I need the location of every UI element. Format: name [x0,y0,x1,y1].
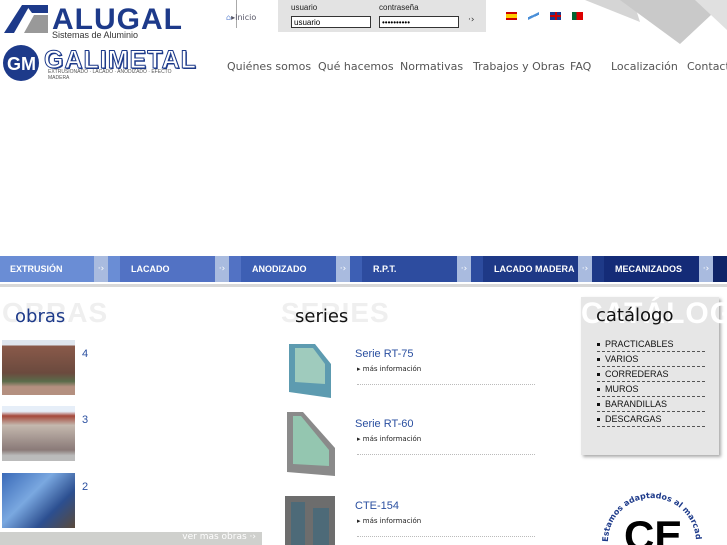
flag-en-icon[interactable] [550,12,561,20]
galimetal-logo[interactable]: GM GALIMETAL EXTRUSIONADO · LACADO · ANO… [2,44,196,82]
alugal-logo-icon [4,5,48,33]
alugal-logo[interactable]: ALUGAL Sistemas de Aluminio [4,3,182,40]
flag-gl-icon[interactable] [528,12,539,20]
category-label: LACADO MADERA [494,264,575,274]
nav-quienes-somos[interactable]: Quiénes somos [227,60,311,73]
serie-title[interactable]: Serie RT-75 [355,348,414,360]
category-lacado[interactable]: LACADO [108,256,215,282]
decorative-triangles [585,0,727,44]
catalogo-item[interactable]: PRACTICABLES [597,337,705,352]
catalogo-item[interactable]: VARIOS [597,352,705,367]
divider [357,454,535,455]
password-input[interactable] [379,16,459,28]
category-mecanizados[interactable]: MECANIZADOS [592,256,699,282]
divider [357,536,535,537]
nav-contacto[interactable]: Contacto [687,60,727,73]
nav-normativas[interactable]: Normativas [400,60,463,73]
category-bar: EXTRUSIÓN ·› LACADO ·› ANODIZADO ·› R.P.T. ·› LA… [0,256,727,282]
nav-faq[interactable]: FAQ [570,60,591,73]
login-form: usuario contraseña ·› [278,0,486,32]
series-title: series [295,306,349,327]
obra-thumbnail[interactable] [2,406,75,461]
catalogo-item[interactable]: MUROS [597,382,705,397]
arrow-box-icon: ▸ [357,365,361,373]
serie-title[interactable]: CTE-154 [355,500,399,512]
nav-localizacion[interactable]: Localización [611,60,678,73]
category-label: R.P.T. [373,264,397,274]
catalogo-item[interactable]: BARANDILLAS [597,397,705,412]
obra-thumbnail[interactable] [2,473,75,528]
category-lacado-madera[interactable]: LACADO MADERA [471,256,578,282]
mas-informacion-label: más información [362,435,422,443]
category-anodizado[interactable]: ANODIZADO [229,256,336,282]
ce-marking-badge: Estamos adaptados al marcado CE [596,480,703,545]
arrow-right-icon[interactable]: ·› [336,256,350,282]
mas-informacion-link[interactable]: ▸ más información [357,517,421,525]
arrow-box-icon: ▸ [357,517,361,525]
serie-profile-image[interactable] [283,492,337,545]
divider [0,284,727,287]
mas-informacion-label: más información [362,517,422,525]
mas-informacion-link[interactable]: ▸ más información [357,365,421,373]
flag-es-icon[interactable] [506,12,517,20]
divider [357,384,535,385]
obra-title[interactable]: 2 [82,481,88,493]
password-label: contraseña [379,3,419,12]
svg-text:GM: GM [7,54,36,74]
user-label: usuario [291,3,318,12]
serie-profile-image[interactable] [285,410,337,478]
home-label: Inicio [235,13,257,22]
catalogo-item[interactable]: DESCARGAS [597,412,705,427]
catalogo-title: catálogo [596,305,674,326]
alugal-subtitle: Sistemas de Aluminio [52,30,139,40]
flag-pt-icon[interactable] [572,12,583,20]
arrow-right-icon[interactable]: ·› [578,256,592,282]
catalogo-list: PRACTICABLES VARIOS CORREDERAS MUROS BARANDI… [597,337,705,427]
mas-informacion-link[interactable]: ▸ más información [357,435,421,443]
obra-title[interactable]: 4 [82,348,88,360]
arrow-right-icon[interactable]: ·› [457,256,471,282]
serie-profile-image[interactable] [285,340,335,400]
ce-mark: CE [624,512,682,545]
mas-informacion-label: más información [362,365,422,373]
catalogo-item[interactable]: CORREDERAS [597,367,705,382]
obras-title: obras [15,306,66,327]
category-label: MECANIZADOS [615,264,682,274]
user-input[interactable] [291,16,371,28]
arrow-right-icon[interactable]: ·› [94,256,108,282]
category-label: LACADO [131,264,170,274]
galimetal-subtitle: EXTRUSIONADO · LACADO · ANODIZADO · EFEC… [48,69,172,81]
login-submit-arrow-icon[interactable]: ·› [468,15,474,25]
category-extrusi-n[interactable]: EXTRUSIÓN [0,256,94,282]
category-label: EXTRUSIÓN [10,264,63,274]
category-r-p-t-[interactable]: R.P.T. [350,256,457,282]
obra-thumbnail[interactable] [2,340,75,395]
nav-que-hacemos[interactable]: Qué hacemos [318,60,394,73]
category-label: ANODIZADO [252,264,307,274]
home-link[interactable]: ⌂▸Inicio [226,13,256,22]
arrow-right-icon[interactable]: ·› [215,256,229,282]
galimetal-logo-icon: GM [3,45,39,81]
arrow-right-icon[interactable]: ·› [699,256,713,282]
catalogo-box: CATÁLOGO catálogo PRACTICABLESVARIOSCORR… [581,297,727,455]
obra-title[interactable]: 3 [82,414,88,426]
ver-mas-obras-link[interactable]: ver mas obras ·› [0,532,262,545]
home-icon: ⌂ [226,13,232,22]
arrow-box-icon: ▸ [357,435,361,443]
category-bar-end [713,256,727,282]
language-flags [506,12,583,20]
serie-title[interactable]: Serie RT-60 [355,418,414,430]
nav-trabajos-obras[interactable]: Trabajos y Obras [473,60,565,73]
